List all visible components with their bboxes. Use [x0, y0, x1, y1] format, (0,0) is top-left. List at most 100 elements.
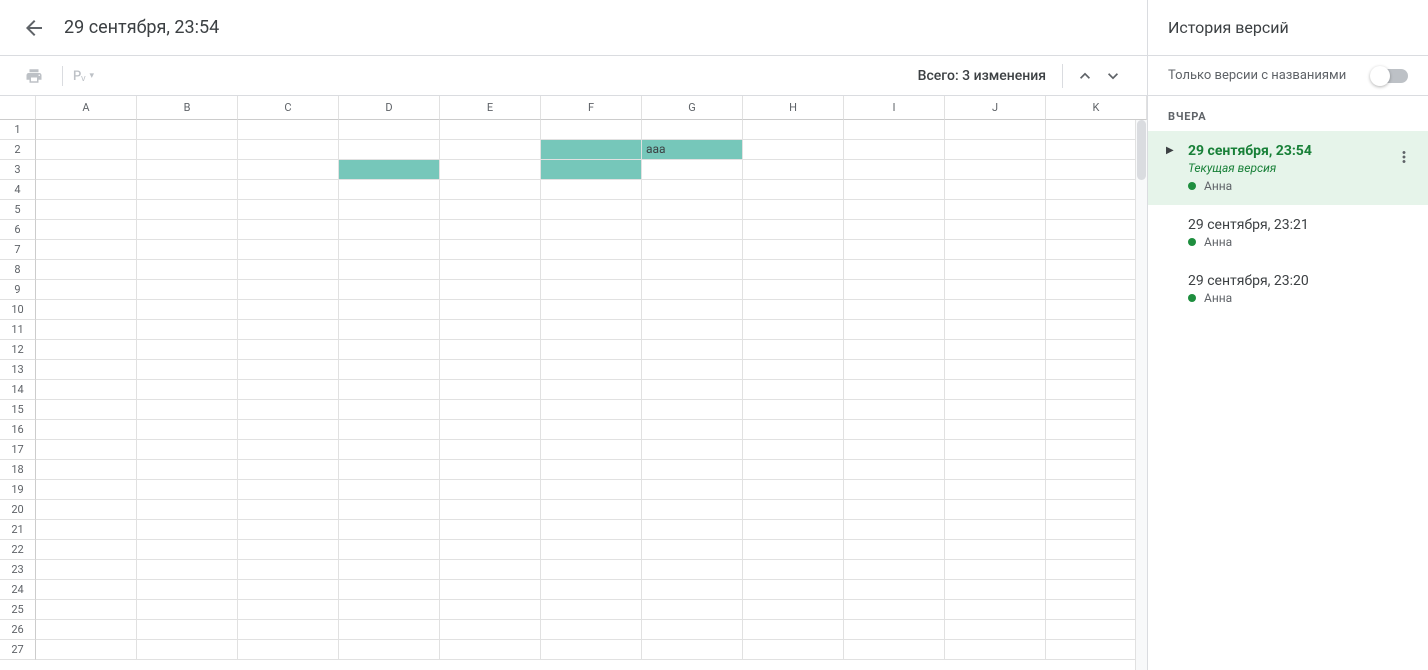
cell[interactable] — [440, 360, 541, 380]
cell[interactable] — [36, 300, 137, 320]
column-header[interactable]: B — [137, 96, 238, 120]
cell[interactable] — [1046, 600, 1147, 620]
cell[interactable] — [440, 500, 541, 520]
named-versions-toggle[interactable] — [1372, 69, 1408, 83]
cell[interactable] — [541, 540, 642, 560]
row-header[interactable]: 17 — [0, 440, 36, 460]
cell[interactable] — [440, 160, 541, 180]
cell[interactable] — [1046, 260, 1147, 280]
cell[interactable] — [844, 560, 945, 580]
cell[interactable] — [945, 460, 1046, 480]
cell[interactable] — [1046, 220, 1147, 240]
cell[interactable] — [36, 580, 137, 600]
cell[interactable] — [945, 160, 1046, 180]
cell[interactable] — [440, 640, 541, 660]
cell[interactable] — [137, 640, 238, 660]
cell[interactable] — [642, 280, 743, 300]
cell[interactable] — [743, 440, 844, 460]
cell[interactable] — [1046, 320, 1147, 340]
cell[interactable] — [238, 380, 339, 400]
cell[interactable] — [238, 120, 339, 140]
cell[interactable] — [541, 460, 642, 480]
cell[interactable] — [137, 420, 238, 440]
cell[interactable] — [440, 420, 541, 440]
column-header[interactable]: A — [36, 96, 137, 120]
cell[interactable] — [137, 380, 238, 400]
row-header[interactable]: 12 — [0, 340, 36, 360]
cell[interactable] — [339, 240, 440, 260]
cell[interactable] — [440, 460, 541, 480]
cell[interactable] — [238, 300, 339, 320]
cell[interactable] — [339, 300, 440, 320]
cell[interactable] — [541, 440, 642, 460]
cell[interactable] — [844, 420, 945, 440]
cell[interactable] — [844, 640, 945, 660]
cell[interactable] — [743, 560, 844, 580]
cell[interactable] — [844, 400, 945, 420]
cell[interactable] — [36, 180, 137, 200]
column-header[interactable]: J — [945, 96, 1046, 120]
cell[interactable] — [844, 440, 945, 460]
cell[interactable] — [36, 500, 137, 520]
cell[interactable] — [642, 300, 743, 320]
prev-change-button[interactable] — [1071, 62, 1099, 90]
cell[interactable] — [137, 140, 238, 160]
cell[interactable] — [642, 340, 743, 360]
row-header[interactable]: 21 — [0, 520, 36, 540]
cell[interactable] — [137, 220, 238, 240]
cell[interactable] — [339, 180, 440, 200]
cell[interactable] — [339, 640, 440, 660]
cell[interactable] — [238, 400, 339, 420]
cell[interactable] — [36, 380, 137, 400]
cell[interactable] — [1046, 380, 1147, 400]
cell[interactable] — [36, 560, 137, 580]
cell[interactable] — [945, 500, 1046, 520]
cell[interactable] — [642, 240, 743, 260]
cell[interactable] — [945, 280, 1046, 300]
cell[interactable] — [339, 140, 440, 160]
cell[interactable] — [440, 300, 541, 320]
cell[interactable] — [238, 640, 339, 660]
cell[interactable] — [844, 220, 945, 240]
cell[interactable] — [642, 480, 743, 500]
row-header[interactable]: 7 — [0, 240, 36, 260]
cell[interactable] — [642, 420, 743, 440]
cell[interactable] — [945, 240, 1046, 260]
cell[interactable] — [36, 140, 137, 160]
cell[interactable] — [238, 620, 339, 640]
cell[interactable] — [339, 600, 440, 620]
cell[interactable] — [238, 420, 339, 440]
cell[interactable] — [541, 640, 642, 660]
cell[interactable] — [743, 620, 844, 640]
cell[interactable] — [1046, 180, 1147, 200]
row-header[interactable]: 24 — [0, 580, 36, 600]
cell[interactable] — [238, 260, 339, 280]
cell[interactable] — [137, 240, 238, 260]
cell[interactable] — [440, 220, 541, 240]
row-header[interactable]: 23 — [0, 560, 36, 580]
cell[interactable] — [238, 340, 339, 360]
cell[interactable] — [743, 600, 844, 620]
column-header[interactable]: E — [440, 96, 541, 120]
cell[interactable] — [238, 320, 339, 340]
cell[interactable] — [137, 120, 238, 140]
cell[interactable] — [844, 340, 945, 360]
row-header[interactable]: 20 — [0, 500, 36, 520]
cell[interactable] — [743, 240, 844, 260]
cell[interactable] — [36, 200, 137, 220]
cell[interactable] — [743, 180, 844, 200]
cell[interactable] — [339, 480, 440, 500]
cell[interactable] — [1046, 200, 1147, 220]
cell[interactable] — [844, 620, 945, 640]
cell[interactable] — [36, 400, 137, 420]
cell[interactable]: aaa — [642, 140, 743, 160]
cell[interactable] — [440, 240, 541, 260]
version-item[interactable]: 29 сентября, 23:21Анна — [1148, 205, 1428, 261]
cell[interactable] — [541, 580, 642, 600]
cell[interactable] — [945, 480, 1046, 500]
cell[interactable] — [541, 240, 642, 260]
column-header[interactable]: F — [541, 96, 642, 120]
cell[interactable] — [137, 500, 238, 520]
cell[interactable] — [440, 200, 541, 220]
pv-dropdown[interactable]: Pᵥ — [73, 68, 85, 84]
